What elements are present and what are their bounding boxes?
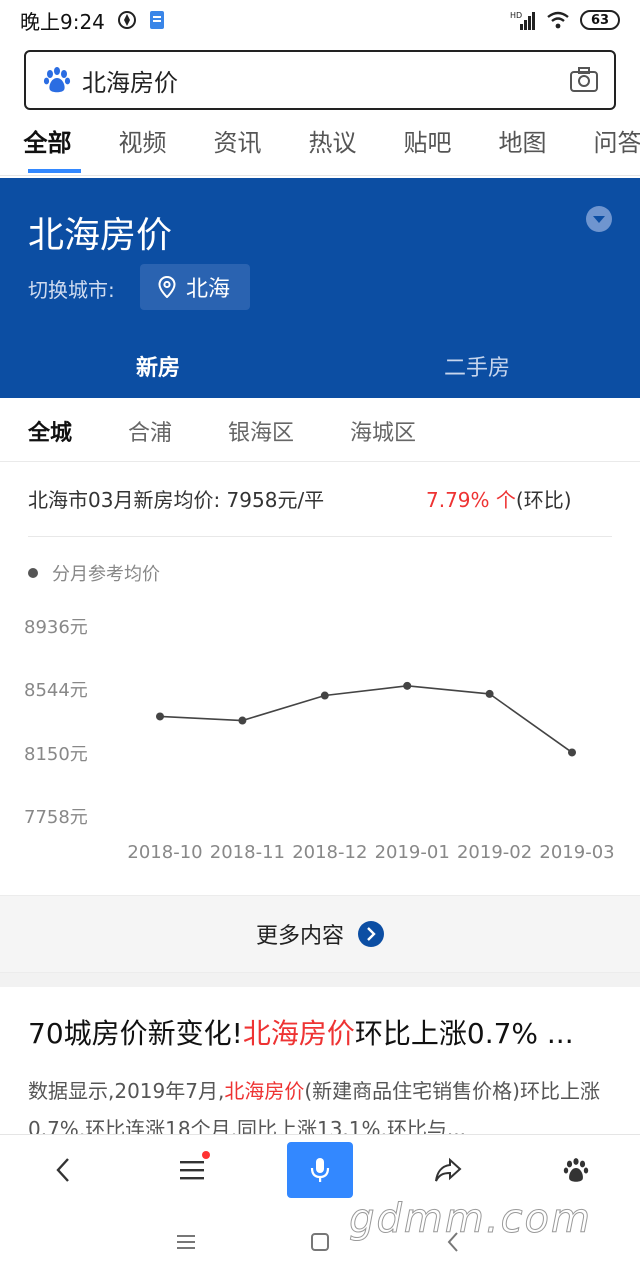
x-tick-label: 2018-10 [127,842,202,863]
price-data-point[interactable] [403,681,412,690]
change-percent: 7.79% 个 [426,488,516,512]
chart-legend: 分月参考均价 [28,560,160,586]
more-content-label: 更多内容 [255,924,344,949]
baidu-paw-icon [43,67,71,93]
x-tick-label: 2019-03 [539,842,614,863]
tab-qa[interactable]: 问答 [570,118,640,175]
district-hepu[interactable]: 合浦 [128,415,172,447]
microphone-icon [310,1157,330,1182]
home-icon[interactable] [308,1230,332,1254]
article-title-highlight: 北海房价 [242,1017,355,1050]
house-price-panel: 北海房价 切换城市: 北海 新房 二手房 [0,178,640,408]
camera-icon[interactable] [568,64,600,96]
x-tick-label: 2018-11 [210,842,285,863]
tab-map[interactable]: 地图 [475,118,570,175]
status-time: 晚上9:24 [20,9,105,34]
bottom-toolbar [0,1134,640,1204]
district-yinhai[interactable]: 银海区 [228,415,294,447]
share-button[interactable] [384,1135,512,1205]
price-data-point[interactable] [156,712,164,721]
price-data-point[interactable] [320,691,329,700]
x-tick-label: 2019-02 [457,842,532,863]
search-input[interactable]: 北海房价 [82,63,568,98]
price-data-point[interactable] [238,716,247,725]
average-price-text: 北海市03月新房均价: 7958元/平 [28,488,325,512]
tab-discussion[interactable]: 热议 [285,118,380,175]
signal-label: HD [510,11,522,20]
location-pin-icon [158,276,176,298]
y-tick-label: 8544元 [24,680,88,701]
voice-search-button[interactable] [256,1135,384,1205]
y-tick-label: 7758元 [24,807,88,828]
more-content-button[interactable]: 更多内容 [0,895,640,973]
change-suffix: (环比) [515,488,572,512]
tab-second-hand-house[interactable]: 二手房 [444,350,510,382]
chevron-left-icon [56,1157,69,1182]
y-tick-label: 8936元 [24,617,88,638]
price-data-point[interactable] [568,748,576,757]
monthly-price-chart: 8936元 8544元 8150元 7758元 2018-10 2018-11 2018-1… [24,617,615,863]
average-price-change: 7.79% 个(环比) [426,484,572,513]
section-gap [0,973,640,987]
status-bar: 晚上9:24 HD 63 [0,0,640,40]
city-selector[interactable]: 北海 [140,264,250,310]
article-title-part: 70城房价新变化! [28,1017,243,1050]
switch-city-label: 切换城市: [28,278,115,302]
recent-apps-icon[interactable] [174,1230,198,1254]
divider [28,536,612,537]
wifi-icon [547,11,569,29]
district-all[interactable]: 全城 [28,415,72,447]
price-series-line [159,685,573,754]
chevron-right-icon [358,921,384,947]
tab-news[interactable]: 资讯 [190,118,285,175]
panel-title: 北海房价 [28,215,173,256]
price-data-point[interactable] [485,689,494,698]
tab-all[interactable]: 全部 [0,118,95,175]
category-tabs: 全部 视频 资讯 热议 贴吧 地图 问答 [0,118,640,176]
city-name: 北海 [186,277,231,302]
navigation-app-icon [117,11,136,29]
tab-video[interactable]: 视频 [95,118,190,175]
menu-button[interactable] [128,1135,256,1205]
notification-dot [202,1150,210,1159]
x-tick-label: 2019-01 [375,842,450,863]
article-title[interactable]: 70城房价新变化!北海房价环比上涨0.7% ... [28,1012,612,1052]
collapse-toggle-icon[interactable] [586,206,612,232]
x-tick-label: 2018-12 [292,842,367,863]
baidu-paw-icon [563,1157,589,1182]
legend-dot [28,568,38,578]
legend-label: 分月参考均价 [52,564,160,585]
baidu-home-button[interactable] [512,1135,640,1205]
search-box[interactable]: 北海房价 [24,50,616,110]
watermark-text: gdmm.com [349,1196,592,1243]
tab-new-house[interactable]: 新房 [136,350,181,408]
status-right: HD 63 [510,10,620,30]
share-icon [435,1157,462,1181]
article-desc-highlight: 北海房价 [224,1079,305,1103]
y-tick-label: 8150元 [24,744,88,765]
district-tabs: 全城 合浦 银海区 海城区 [0,400,640,462]
article-desc-part: 数据显示,2019年7月, [28,1079,225,1103]
signal-icon: HD [510,11,535,30]
mic-button[interactable] [287,1141,353,1198]
document-app-icon [149,11,164,29]
tab-tieba[interactable]: 贴吧 [380,118,475,175]
article-title-part: 环比上涨0.7% ... [354,1017,574,1050]
menu-icon [180,1160,204,1179]
battery-level: 63 [590,12,610,28]
search-result-article[interactable]: 70城房价新变化!北海房价环比上涨0.7% ... 数据显示,2019年7月,北… [28,1012,612,1148]
battery-icon: 63 [580,10,620,30]
district-haicheng[interactable]: 海城区 [350,415,416,447]
back-button[interactable] [0,1135,128,1205]
